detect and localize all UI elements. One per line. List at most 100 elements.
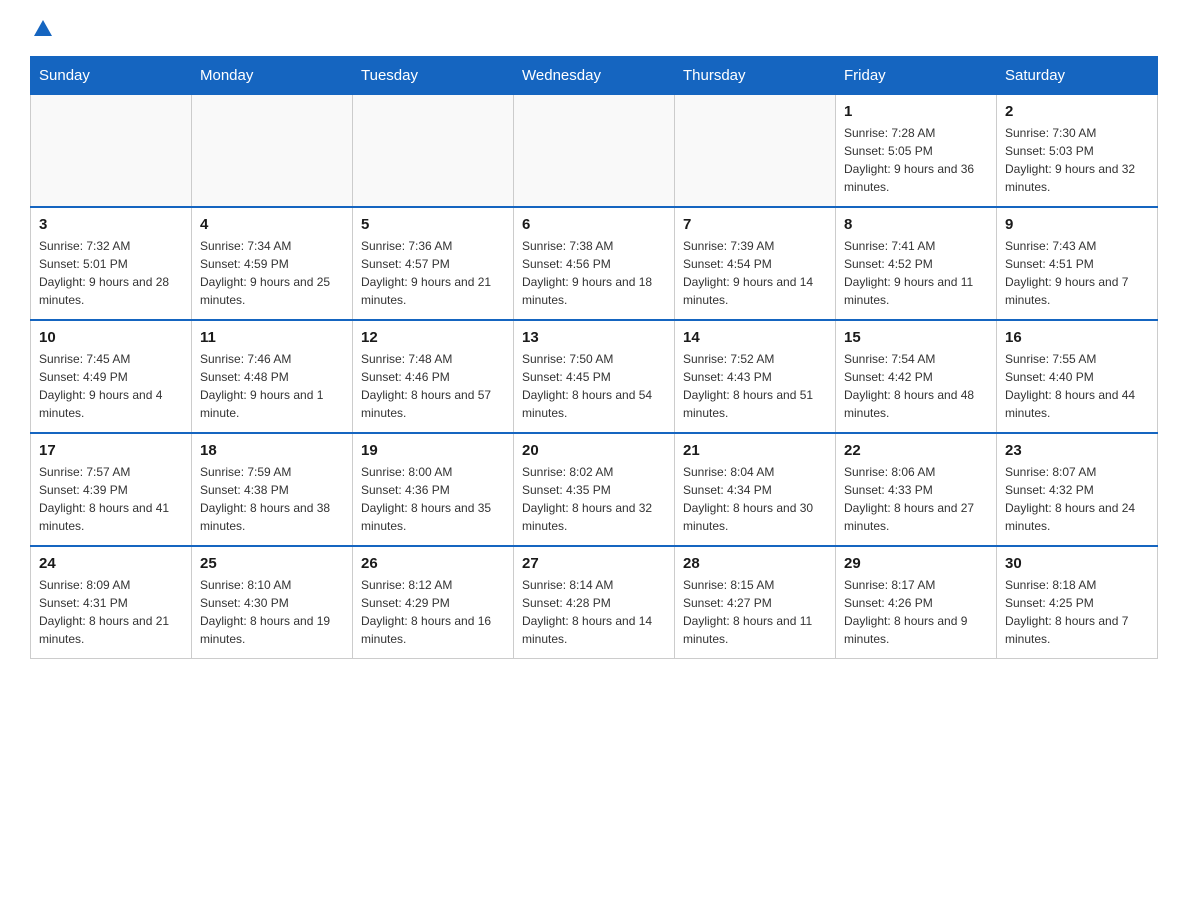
day-number: 11 [200,329,344,346]
day-info: Sunrise: 8:12 AM Sunset: 4:29 PM Dayligh… [361,576,505,648]
calendar-day-header: Thursday [675,57,836,95]
day-number: 22 [844,442,988,459]
day-info: Sunrise: 7:50 AM Sunset: 4:45 PM Dayligh… [522,350,666,422]
day-info: Sunrise: 7:30 AM Sunset: 5:03 PM Dayligh… [1005,124,1149,196]
calendar-cell [353,95,514,208]
calendar-cell: 8 Sunrise: 7:41 AM Sunset: 4:52 PM Daylig… [836,207,997,320]
day-info: Sunrise: 8:18 AM Sunset: 4:25 PM Dayligh… [1005,576,1149,648]
day-number: 25 [200,555,344,572]
day-info: Sunrise: 7:55 AM Sunset: 4:40 PM Dayligh… [1005,350,1149,422]
calendar-cell: 25 Sunrise: 8:10 AM Sunset: 4:30 PM Dayli… [192,546,353,659]
day-info: Sunrise: 7:36 AM Sunset: 4:57 PM Dayligh… [361,237,505,309]
day-number: 17 [39,442,183,459]
logo [30,20,52,36]
calendar-cell: 14 Sunrise: 7:52 AM Sunset: 4:43 PM Dayli… [675,320,836,433]
calendar-cell: 7Sunrise: 7:39 AM Sunset: 4:54 PM Daylig… [675,207,836,320]
day-number: 30 [1005,555,1149,572]
day-info: Sunrise: 8:04 AM Sunset: 4:34 PM Dayligh… [683,463,827,535]
day-info: Sunrise: 8:02 AM Sunset: 4:35 PM Dayligh… [522,463,666,535]
day-info: Sunrise: 7:39 AM Sunset: 4:54 PM Dayligh… [683,237,827,309]
day-number: 24 [39,555,183,572]
day-info: Sunrise: 7:41 AM Sunset: 4:52 PM Dayligh… [844,237,988,309]
calendar-cell: 10 Sunrise: 7:45 AM Sunset: 4:49 PM Dayli… [31,320,192,433]
day-info: Sunrise: 7:34 AM Sunset: 4:59 PM Dayligh… [200,237,344,309]
day-info: Sunrise: 8:17 AM Sunset: 4:26 PM Dayligh… [844,576,988,648]
day-info: Sunrise: 8:14 AM Sunset: 4:28 PM Dayligh… [522,576,666,648]
calendar-header-row: SundayMondayTuesdayWednesdayThursdayFrid… [31,57,1158,95]
calendar-cell: 9 Sunrise: 7:43 AM Sunset: 4:51 PM Daylig… [997,207,1158,320]
calendar-cell: 6 Sunrise: 7:38 AM Sunset: 4:56 PM Daylig… [514,207,675,320]
calendar-table: SundayMondayTuesdayWednesdayThursdayFrid… [30,56,1158,659]
day-number: 18 [200,442,344,459]
day-number: 16 [1005,329,1149,346]
day-info: Sunrise: 8:09 AM Sunset: 4:31 PM Dayligh… [39,576,183,648]
calendar-cell: 24 Sunrise: 8:09 AM Sunset: 4:31 PM Dayli… [31,546,192,659]
day-number: 14 [683,329,827,346]
day-number: 28 [683,555,827,572]
calendar-cell [31,95,192,208]
day-info: Sunrise: 8:00 AM Sunset: 4:36 PM Dayligh… [361,463,505,535]
day-number: 23 [1005,442,1149,459]
day-number: 4 [200,216,344,233]
day-number: 1 [844,103,988,120]
day-info: Sunrise: 7:43 AM Sunset: 4:51 PM Dayligh… [1005,237,1149,309]
calendar-cell: 4 Sunrise: 7:34 AM Sunset: 4:59 PM Daylig… [192,207,353,320]
calendar-cell: 21Sunrise: 8:04 AM Sunset: 4:34 PM Dayli… [675,433,836,546]
day-number: 20 [522,442,666,459]
calendar-cell: 23 Sunrise: 8:07 AM Sunset: 4:32 PM Dayli… [997,433,1158,546]
calendar-cell: 19 Sunrise: 8:00 AM Sunset: 4:36 PM Dayli… [353,433,514,546]
day-info: Sunrise: 7:54 AM Sunset: 4:42 PM Dayligh… [844,350,988,422]
calendar-day-header: Tuesday [353,57,514,95]
day-info: Sunrise: 8:07 AM Sunset: 4:32 PM Dayligh… [1005,463,1149,535]
day-info: Sunrise: 8:15 AM Sunset: 4:27 PM Dayligh… [683,576,827,648]
day-number: 27 [522,555,666,572]
day-info: Sunrise: 7:46 AM Sunset: 4:48 PM Dayligh… [200,350,344,422]
calendar-cell: 5 Sunrise: 7:36 AM Sunset: 4:57 PM Daylig… [353,207,514,320]
calendar-day-header: Sunday [31,57,192,95]
calendar-cell: 18 Sunrise: 7:59 AM Sunset: 4:38 PM Dayli… [192,433,353,546]
calendar-cell [192,95,353,208]
day-number: 8 [844,216,988,233]
calendar-cell: 20 Sunrise: 8:02 AM Sunset: 4:35 PM Dayli… [514,433,675,546]
calendar-cell: 15 Sunrise: 7:54 AM Sunset: 4:42 PM Dayli… [836,320,997,433]
calendar-week-row: 3Sunrise: 7:32 AM Sunset: 5:01 PM Daylig… [31,207,1158,320]
calendar-cell: 17 Sunrise: 7:57 AM Sunset: 4:39 PM Dayli… [31,433,192,546]
calendar-cell: 28 Sunrise: 8:15 AM Sunset: 4:27 PM Dayli… [675,546,836,659]
calendar-cell: 26 Sunrise: 8:12 AM Sunset: 4:29 PM Dayli… [353,546,514,659]
day-number: 13 [522,329,666,346]
calendar-cell: 11 Sunrise: 7:46 AM Sunset: 4:48 PM Dayli… [192,320,353,433]
day-number: 12 [361,329,505,346]
calendar-day-header: Wednesday [514,57,675,95]
day-info: Sunrise: 8:10 AM Sunset: 4:30 PM Dayligh… [200,576,344,648]
calendar-day-header: Friday [836,57,997,95]
day-number: 19 [361,442,505,459]
day-number: 10 [39,329,183,346]
day-number: 6 [522,216,666,233]
calendar-cell: 13 Sunrise: 7:50 AM Sunset: 4:45 PM Dayli… [514,320,675,433]
day-info: Sunrise: 7:45 AM Sunset: 4:49 PM Dayligh… [39,350,183,422]
calendar-cell: 29 Sunrise: 8:17 AM Sunset: 4:26 PM Dayli… [836,546,997,659]
day-number: 9 [1005,216,1149,233]
calendar-cell: 22 Sunrise: 8:06 AM Sunset: 4:33 PM Dayli… [836,433,997,546]
calendar-cell: 27 Sunrise: 8:14 AM Sunset: 4:28 PM Dayli… [514,546,675,659]
day-info: Sunrise: 7:38 AM Sunset: 4:56 PM Dayligh… [522,237,666,309]
day-info: Sunrise: 7:59 AM Sunset: 4:38 PM Dayligh… [200,463,344,535]
calendar-week-row: 24 Sunrise: 8:09 AM Sunset: 4:31 PM Dayli… [31,546,1158,659]
calendar-cell: 16 Sunrise: 7:55 AM Sunset: 4:40 PM Dayli… [997,320,1158,433]
calendar-cell: 12Sunrise: 7:48 AM Sunset: 4:46 PM Dayli… [353,320,514,433]
calendar-cell: 2Sunrise: 7:30 AM Sunset: 5:03 PM Daylig… [997,95,1158,208]
calendar-week-row: 10 Sunrise: 7:45 AM Sunset: 4:49 PM Dayli… [31,320,1158,433]
day-number: 29 [844,555,988,572]
page-header [30,20,1158,36]
day-number: 5 [361,216,505,233]
calendar-week-row: 1Sunrise: 7:28 AM Sunset: 5:05 PM Daylig… [31,95,1158,208]
calendar-week-row: 17 Sunrise: 7:57 AM Sunset: 4:39 PM Dayli… [31,433,1158,546]
day-info: Sunrise: 7:32 AM Sunset: 5:01 PM Dayligh… [39,237,183,309]
day-number: 26 [361,555,505,572]
day-info: Sunrise: 7:57 AM Sunset: 4:39 PM Dayligh… [39,463,183,535]
day-info: Sunrise: 8:06 AM Sunset: 4:33 PM Dayligh… [844,463,988,535]
calendar-cell: 1Sunrise: 7:28 AM Sunset: 5:05 PM Daylig… [836,95,997,208]
day-number: 15 [844,329,988,346]
day-info: Sunrise: 7:52 AM Sunset: 4:43 PM Dayligh… [683,350,827,422]
calendar-day-header: Monday [192,57,353,95]
